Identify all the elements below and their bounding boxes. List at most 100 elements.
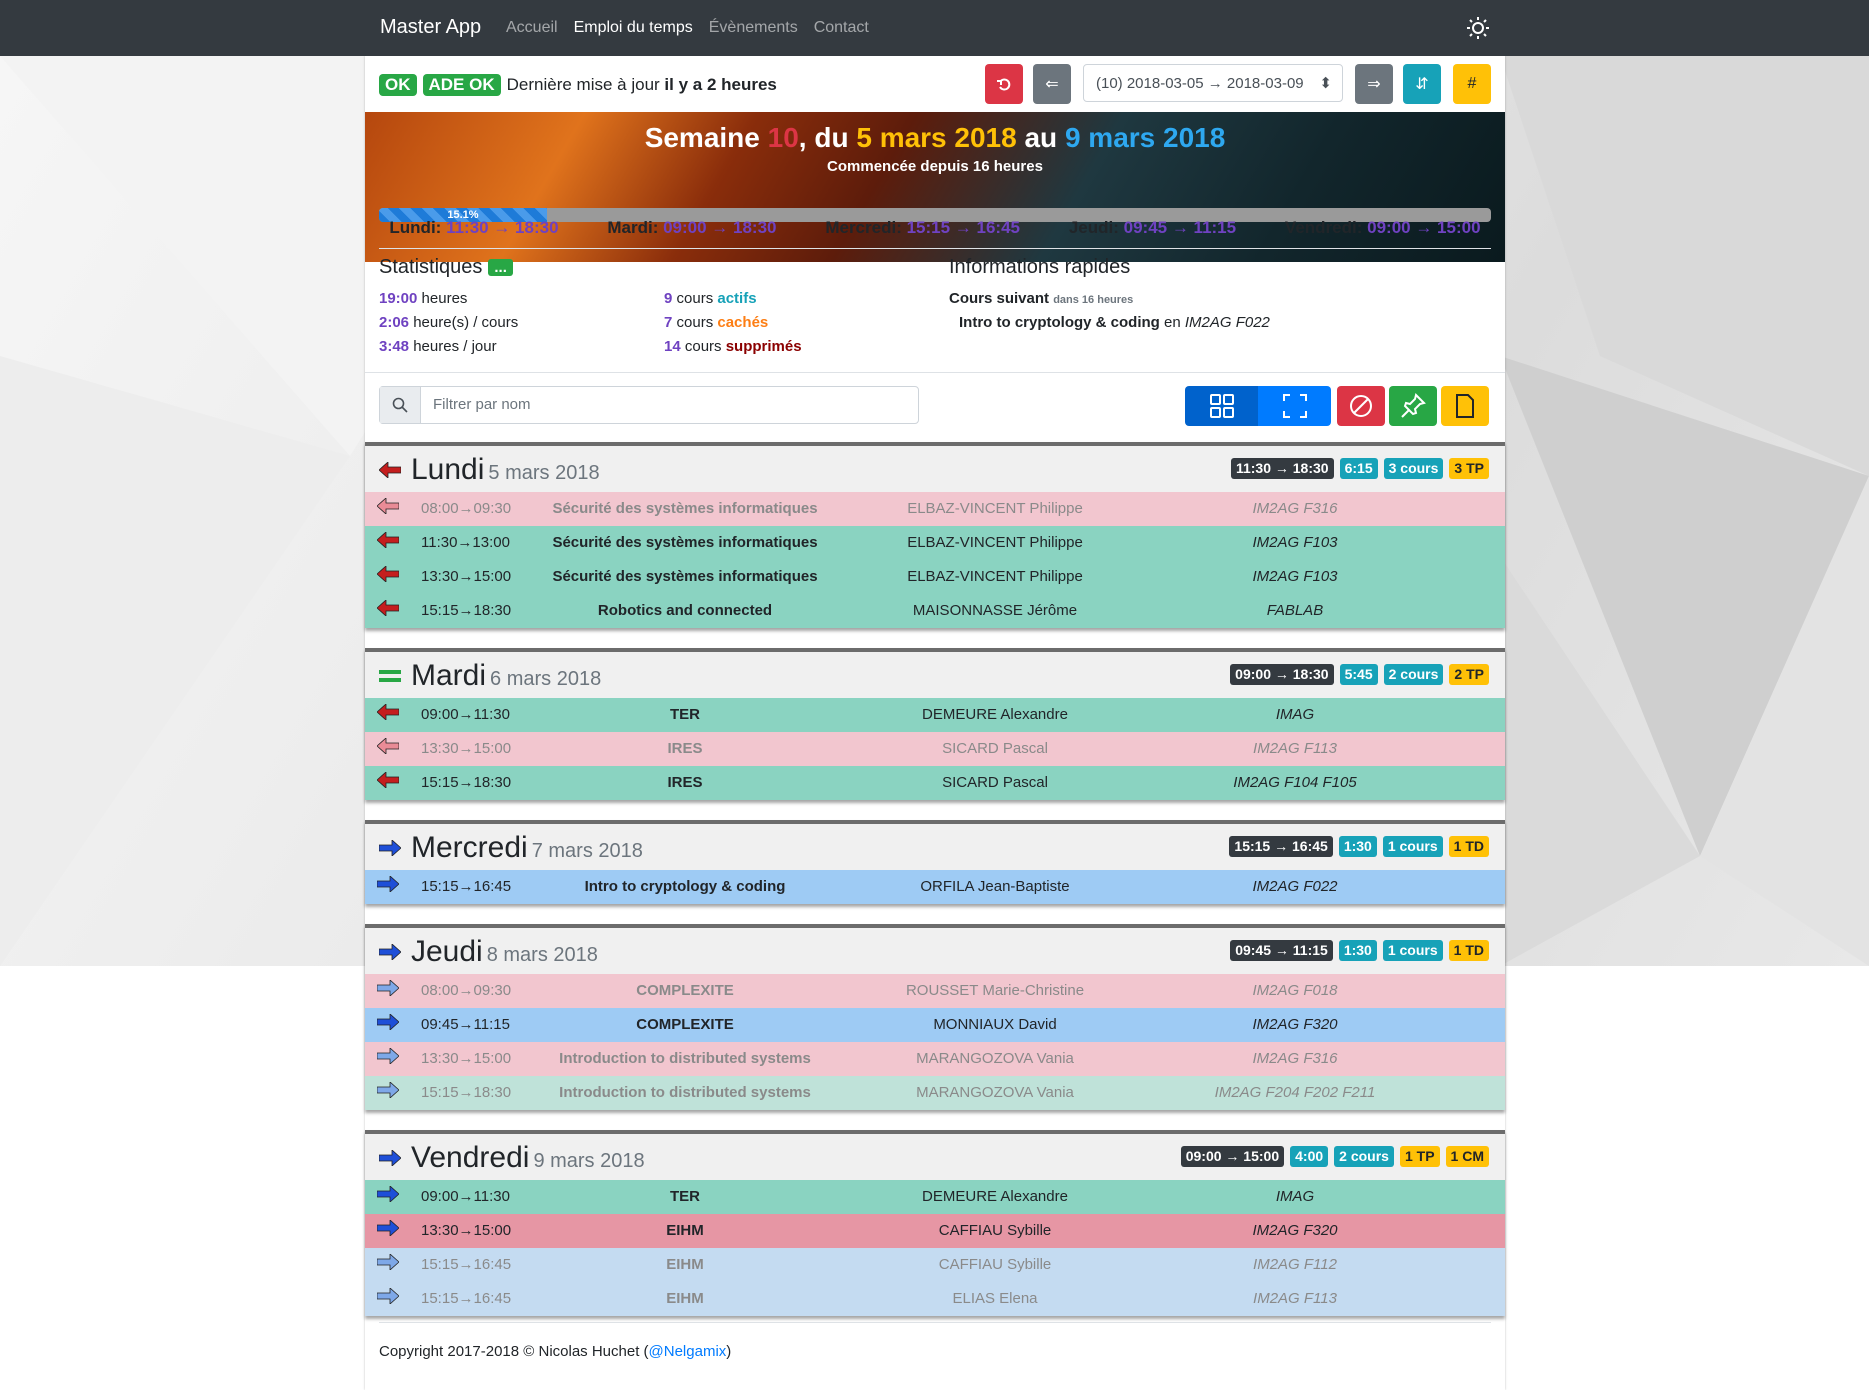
- arrow-right-icon: [376, 1287, 400, 1305]
- course-row[interactable]: 13:30→15:00 EIHM CAFFIAU Sybille IM2AG F320: [365, 1214, 1505, 1248]
- course-time: 15:15→18:30: [421, 1084, 512, 1101]
- day-block-2: Mercredi 7 mars 2018 15:15 → 16:45 1:30 1 co…: [365, 820, 1505, 904]
- summary-lundi: Lundi: 11:30 → 18:30: [389, 218, 559, 237]
- course-row[interactable]: 15:15→18:30 IRES SICARD Pascal IM2AG F104 F…: [365, 766, 1505, 800]
- theme-sun-icon[interactable]: [1466, 16, 1490, 40]
- update-text: Dernière mise à jour il y a 2 heures: [506, 75, 777, 94]
- arrow-right-icon: [376, 979, 400, 997]
- brand[interactable]: Master App: [380, 16, 481, 39]
- course-name: IRES: [667, 774, 703, 791]
- nav-contact[interactable]: Contact: [814, 19, 869, 37]
- course-room: IM2AG F022: [1252, 878, 1338, 895]
- course-row[interactable]: 13:30→15:00 Introduction to distributed s…: [365, 1042, 1505, 1076]
- sort-button[interactable]: ⇵: [1403, 64, 1441, 104]
- course-name: Sécurité des systèmes informatiques: [552, 534, 818, 551]
- day-header[interactable]: Vendredi 9 mars 2018 09:00 → 15:00 4:00 2 co…: [365, 1130, 1505, 1180]
- day-badge: 09:00 → 18:30: [1230, 664, 1334, 685]
- course-row[interactable]: 08:00→09:30 Sécurité des systèmes informa…: [365, 492, 1505, 526]
- document-button[interactable]: [1441, 386, 1489, 426]
- reset-button[interactable]: [985, 64, 1023, 104]
- hide-button[interactable]: [1337, 386, 1385, 426]
- day-block-4: Vendredi 9 mars 2018 09:00 → 15:00 4:00 2 co…: [365, 1130, 1505, 1316]
- next-week-button[interactable]: ⇒: [1355, 64, 1393, 104]
- nav-links: Accueil Emploi du temps Évènements Conta…: [506, 19, 869, 37]
- arrow-left-icon: [376, 771, 400, 789]
- pin-button[interactable]: [1389, 386, 1437, 426]
- course-teacher: DEMEURE Alexandre: [922, 706, 1068, 723]
- course-row[interactable]: 09:45→11:15 COMPLEXITE MONNIAUX David IM2AG…: [365, 1008, 1505, 1042]
- course-room: IM2AG F320: [1252, 1016, 1338, 1033]
- course-time: 13:30→15:00: [421, 1222, 512, 1239]
- course-room: IM2AG F104 F105: [1233, 774, 1357, 791]
- course-row[interactable]: 13:30→15:00 IRES SICARD Pascal IM2AG F113: [365, 732, 1505, 766]
- select-caret-icon: ⬍: [1319, 75, 1332, 92]
- course-row[interactable]: 15:15→16:45 Intro to cryptology & coding O…: [365, 870, 1505, 904]
- course-name: TER: [670, 706, 700, 723]
- course-room: IM2AG F112: [1253, 1256, 1337, 1273]
- day-badge: 1:30: [1338, 940, 1377, 961]
- course-row[interactable]: 09:00→11:30 TER DEMEURE Alexandre IMAG: [365, 1180, 1505, 1214]
- arrow-left-icon: [376, 565, 400, 583]
- nav-evenements[interactable]: Évènements: [709, 19, 798, 37]
- quick-title: Informations rapides: [949, 256, 1131, 278]
- nav-accueil[interactable]: Accueil: [506, 19, 558, 37]
- course-time: 13:30→15:00: [421, 1050, 512, 1067]
- day-name: Mardi 6 mars 2018: [411, 659, 602, 692]
- day-header[interactable]: Lundi 5 mars 2018 11:30 → 18:30 6:15 3 cours…: [365, 442, 1505, 492]
- course-room: IM2AG F316: [1252, 500, 1338, 517]
- course-name: Intro to cryptology & coding: [584, 878, 786, 895]
- stats-more-button[interactable]: ...: [488, 259, 513, 276]
- course-room: IMAG: [1275, 1188, 1315, 1205]
- course-name: TER: [670, 1188, 700, 1205]
- day-header[interactable]: Jeudi 8 mars 2018 09:45 → 11:15 1:30 1 cours…: [365, 924, 1505, 974]
- course-row[interactable]: 15:15→18:30 Introduction to distributed s…: [365, 1076, 1505, 1110]
- course-row[interactable]: 15:15→16:45 EIHM CAFFIAU Sybille IM2AG F112: [365, 1248, 1505, 1282]
- summary-jeudi: Jeudi: 09:45 → 11:15: [1068, 218, 1237, 237]
- course-room: IM2AG F103: [1252, 534, 1338, 551]
- course-row[interactable]: 15:15→16:45 EIHM ELIAS Elena IM2AG F113: [365, 1282, 1505, 1316]
- course-teacher: ELBAZ-VINCENT Philippe: [907, 568, 1083, 585]
- grid-view-button[interactable]: [1185, 386, 1258, 426]
- course-row[interactable]: 11:30→13:00 Sécurité des systèmes informa…: [365, 526, 1505, 560]
- day-header[interactable]: Mardi 6 mars 2018 09:00 → 18:30 5:45 2 cours…: [365, 648, 1505, 698]
- ok-badge: OK: [379, 74, 417, 96]
- course-teacher: DEMEURE Alexandre: [922, 1188, 1068, 1205]
- day-header[interactable]: Mercredi 7 mars 2018 15:15 → 16:45 1:30 1 co…: [365, 820, 1505, 870]
- day-badges: 09:00 → 15:00 4:00 2 cours 1 TP 1 CM: [1180, 1146, 1489, 1167]
- arrow-left-icon: [376, 737, 400, 755]
- course-row[interactable]: 13:30→15:00 Sécurité des systèmes informa…: [365, 560, 1505, 594]
- course-time: 15:15→18:30: [421, 602, 512, 619]
- course-name: EIHM: [666, 1256, 704, 1273]
- course-row[interactable]: 09:00→11:30 TER DEMEURE Alexandre IMAG: [365, 698, 1505, 732]
- course-row[interactable]: 15:15→18:30 Robotics and connected MAISONN…: [365, 594, 1505, 628]
- pin-icon: [1401, 393, 1426, 418]
- day-name: Mercredi 7 mars 2018: [411, 831, 643, 864]
- divider: [379, 248, 1491, 249]
- course-teacher: ELBAZ-VINCENT Philippe: [907, 500, 1083, 517]
- day-badge: 1 TD: [1448, 940, 1489, 961]
- prev-week-button[interactable]: ⇐: [1033, 64, 1071, 104]
- course-teacher: SICARD Pascal: [942, 740, 1048, 757]
- author-link[interactable]: @Nelgamix: [649, 1343, 727, 1360]
- fullscreen-icon: [1282, 394, 1307, 418]
- week-select[interactable]: (10) 2018-03-05 → 2018-03-09 ⬍: [1083, 64, 1343, 102]
- arrow-left-icon: [376, 497, 400, 515]
- summary-mardi: Mardi: 09:00 → 18:30: [607, 218, 777, 237]
- course-time: 09:00→11:30: [421, 1188, 510, 1205]
- course-room: IM2AG F018: [1252, 982, 1338, 999]
- arrow-left-icon: [378, 461, 402, 479]
- filter-search[interactable]: Filtrer par nom: [379, 386, 919, 424]
- nav-emploi-du-temps[interactable]: Emploi du temps: [574, 19, 693, 37]
- course-teacher: CAFFIAU Sybille: [938, 1222, 1052, 1239]
- course-row[interactable]: 08:00→09:30 COMPLEXITE ROUSSET Marie-Chris…: [365, 974, 1505, 1008]
- course-teacher: ELBAZ-VINCENT Philippe: [907, 534, 1083, 551]
- arrow-right-icon: [378, 1149, 402, 1167]
- day-badge: 2 cours: [1334, 1146, 1394, 1167]
- fullscreen-button[interactable]: [1258, 386, 1331, 426]
- course-time: 08:00→09:30: [421, 500, 512, 517]
- day-badge: 09:45 → 11:15: [1230, 940, 1333, 961]
- arrow-right-icon: [376, 1185, 400, 1203]
- course-teacher: ORFILA Jean-Baptiste: [920, 878, 1070, 895]
- hash-button[interactable]: #: [1453, 64, 1491, 104]
- day-block-0: Lundi 5 mars 2018 11:30 → 18:30 6:15 3 cours…: [365, 442, 1505, 628]
